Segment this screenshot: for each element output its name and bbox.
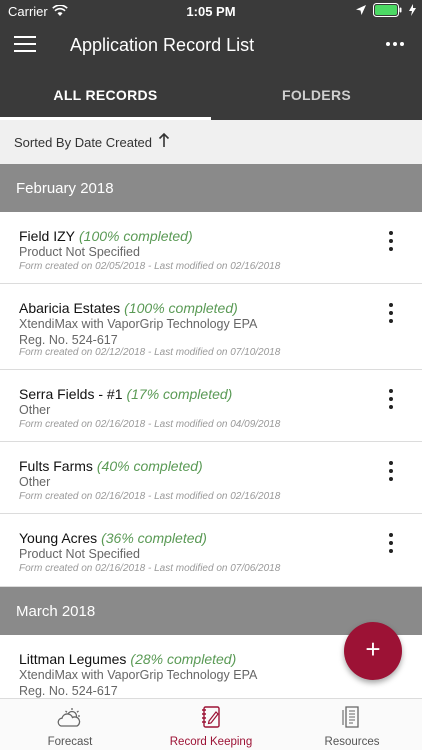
record-progress: (17% completed) <box>126 386 233 402</box>
list-item[interactable]: Abaricia Estates (100% completed) XtendiM… <box>0 284 422 370</box>
record-meta: Form created on 02/12/2018 - Last modifi… <box>19 347 281 358</box>
record-name: Fults Farms <box>19 458 93 474</box>
record-name: Serra Fields - #1 <box>19 386 123 402</box>
record-name: Young Acres <box>19 530 98 546</box>
tab-all-records[interactable]: ALL RECORDS <box>0 70 211 120</box>
list-item[interactable]: Young Acres (36% completed) Product Not S… <box>0 514 422 587</box>
document-icon <box>342 706 359 728</box>
nav-resources[interactable]: Resources <box>282 699 422 750</box>
record-meta: Form created on 02/16/2018 - Last modifi… <box>19 419 281 430</box>
record-progress: (100% completed) <box>124 300 238 316</box>
section-header: February 2018 <box>0 164 422 212</box>
record-product-reg: Reg. No. 524-617 <box>19 333 118 347</box>
sort-bar[interactable]: Sorted By Date Created <box>0 120 422 164</box>
section-title: February 2018 <box>16 180 114 197</box>
more-options-icon[interactable] <box>386 42 404 46</box>
record-product: Other <box>19 475 51 489</box>
record-product: Product Not Specified <box>19 245 140 259</box>
tab-bar: ALL RECORDS FOLDERS <box>0 70 422 120</box>
charging-bolt-icon <box>409 4 416 16</box>
add-record-button[interactable]: + <box>344 622 402 680</box>
more-vertical-icon[interactable] <box>388 389 394 409</box>
battery-icon <box>373 3 402 17</box>
record-meta: Form created on 02/16/2018 - Last modifi… <box>19 491 281 502</box>
record-name: Field IZY <box>19 228 76 244</box>
list-item[interactable]: Field IZY (100% completed) Product Not Sp… <box>0 212 422 284</box>
section-title: March 2018 <box>16 603 96 620</box>
tab-folders[interactable]: FOLDERS <box>211 70 422 120</box>
record-product: XtendiMax with VaporGrip Technology EPA <box>19 317 258 331</box>
app-bar: Application Record List <box>0 22 422 70</box>
more-vertical-icon[interactable] <box>388 461 394 481</box>
nav-record-keeping-label: Record Keeping <box>169 736 253 748</box>
record-progress: (40% completed) <box>96 458 203 474</box>
list-item[interactable]: Fults Farms (40% completed) Other Form cr… <box>0 442 422 514</box>
nav-forecast-label: Forecast <box>47 736 93 748</box>
record-product: XtendiMax with VaporGrip Technology EPA <box>19 668 258 682</box>
more-vertical-icon[interactable] <box>388 231 394 251</box>
location-arrow-icon <box>356 5 366 15</box>
page-title: Application Record List <box>70 35 255 55</box>
record-progress: (100% completed) <box>79 228 193 244</box>
nav-record-keeping[interactable]: Record Keeping <box>141 699 281 750</box>
record-progress: (28% completed) <box>130 651 237 667</box>
record-product-reg: Reg. No. 524-617 <box>19 684 118 698</box>
hamburger-menu-icon[interactable] <box>14 36 36 54</box>
nav-forecast[interactable]: Forecast <box>0 699 140 750</box>
add-icon: + <box>365 634 381 664</box>
weather-icon <box>57 708 81 727</box>
notebook-icon <box>202 706 220 728</box>
bottom-nav: Forecast Record Keeping Resources <box>0 698 422 750</box>
sort-arrow-up-icon[interactable] <box>157 132 171 148</box>
sort-label: Sorted By Date Created <box>14 135 153 150</box>
more-vertical-icon[interactable] <box>388 303 394 323</box>
record-meta: Form created on 02/16/2018 - Last modifi… <box>19 563 281 574</box>
record-name: Littman Legumes <box>19 651 127 667</box>
nav-resources-label: Resources <box>324 736 380 748</box>
record-progress: (36% completed) <box>101 530 207 546</box>
list-item[interactable]: Serra Fields - #1 (17% completed) Other F… <box>0 370 422 442</box>
record-product: Product Not Specified <box>19 547 140 561</box>
status-bar: Carrier 1:05 PM <box>0 0 422 22</box>
more-vertical-icon[interactable] <box>388 533 394 553</box>
record-name: Abaricia Estates <box>19 300 121 316</box>
record-product: Other <box>19 403 51 417</box>
record-meta: Form created on 02/05/2018 - Last modifi… <box>19 261 281 272</box>
